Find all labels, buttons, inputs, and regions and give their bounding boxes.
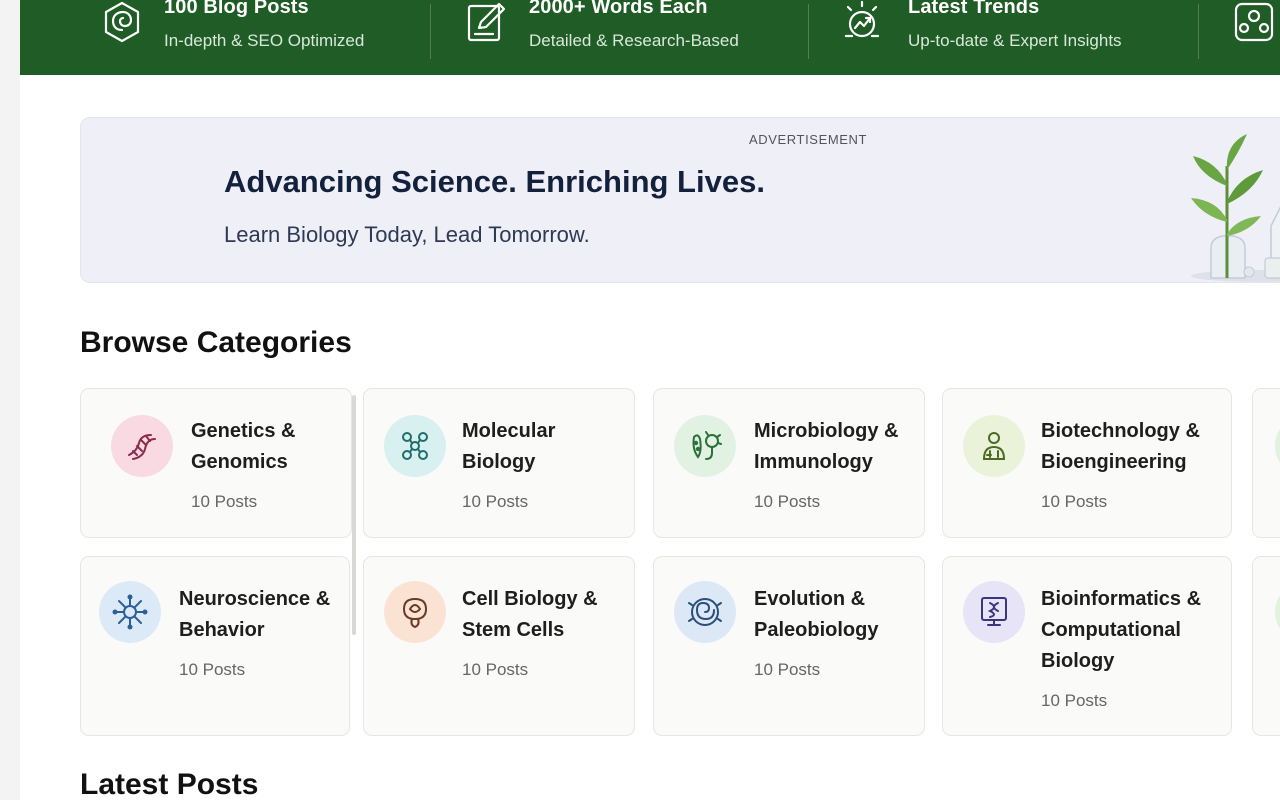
category-card-neuroscience[interactable]: Neuroscience & Behavior 10 Posts bbox=[80, 556, 350, 736]
category-name: Bioinformatics & Computational Biology bbox=[1041, 588, 1202, 672]
category-card-partial[interactable] bbox=[1252, 556, 1280, 736]
latest-posts-heading: Latest Posts bbox=[80, 768, 259, 800]
trend-arrows-icon bbox=[840, 0, 884, 44]
category-post-count: 10 Posts bbox=[754, 660, 821, 679]
plant-flask-illustration bbox=[1191, 134, 1280, 282]
category-card-microbiology[interactable]: Microbiology & Immunology 10 Posts bbox=[653, 388, 925, 538]
category-name: Evolution & Paleobiology bbox=[754, 588, 879, 641]
advertisement-banner[interactable]: ADVERTISEMENT Advancing Science. Enrichi… bbox=[80, 117, 1280, 283]
category-icon bbox=[1275, 415, 1280, 477]
molecule-icon bbox=[384, 415, 446, 477]
category-card-molecular[interactable]: Molecular Biology 10 Posts bbox=[363, 388, 635, 538]
category-card-biotechnology[interactable]: Biotechnology & Bioengineering 10 Posts bbox=[942, 388, 1232, 538]
category-name: Biotechnology & Bioengineering bbox=[1041, 420, 1200, 473]
category-name: Molecular Biology bbox=[462, 420, 556, 473]
neuron-icon bbox=[99, 581, 161, 643]
feature-title: Latest Trends bbox=[908, 0, 1040, 18]
category-post-count: 10 Posts bbox=[179, 660, 246, 679]
category-post-count: 10 Posts bbox=[191, 492, 258, 511]
category-name: Genetics & Genomics bbox=[191, 420, 296, 473]
dna-icon bbox=[111, 415, 173, 477]
feature-divider bbox=[808, 4, 809, 59]
scrollbar-thumb[interactable] bbox=[352, 395, 356, 635]
category-post-count: 10 Posts bbox=[754, 492, 821, 511]
ad-headline: Advancing Science. Enriching Lives. bbox=[224, 164, 765, 199]
feature-divider bbox=[430, 4, 431, 59]
feature-subtitle: In-depth & SEO Optimized bbox=[164, 31, 365, 50]
category-post-count: 10 Posts bbox=[462, 492, 529, 511]
scientist-icon bbox=[963, 415, 1025, 477]
category-post-count: 10 Posts bbox=[1041, 691, 1108, 710]
community-icon bbox=[1232, 0, 1276, 44]
category-card-genetics[interactable]: Genetics & Genomics 10 Posts bbox=[80, 388, 352, 538]
microbe-icon bbox=[674, 415, 736, 477]
category-card-evolution[interactable]: Evolution & Paleobiology 10 Posts bbox=[653, 556, 925, 736]
spiral-hexagon-icon bbox=[100, 0, 144, 44]
category-name: Neuroscience & Behavior bbox=[179, 588, 331, 641]
category-card-partial[interactable] bbox=[1252, 388, 1280, 538]
feature-bar: 100 Blog Posts In-depth & SEO Optimized … bbox=[20, 0, 1280, 75]
cell-icon bbox=[384, 581, 446, 643]
feature-divider bbox=[1198, 4, 1199, 59]
category-card-cell-biology[interactable]: Cell Biology & Stem Cells 10 Posts bbox=[363, 556, 635, 736]
category-card-bioinformatics[interactable]: Bioinformatics & Computational Biology 1… bbox=[942, 556, 1232, 736]
category-name: Microbiology & Immunology bbox=[754, 420, 899, 473]
category-post-count: 10 Posts bbox=[1041, 492, 1108, 511]
fossil-icon bbox=[674, 581, 736, 643]
feature-subtitle: Detailed & Research-Based bbox=[529, 31, 739, 50]
feature-title: 2000+ Words Each bbox=[529, 0, 708, 18]
feature-title: 100 Blog Posts bbox=[164, 0, 309, 18]
ad-tagline: Learn Biology Today, Lead Tomorrow. bbox=[224, 222, 590, 247]
page: 100 Blog Posts In-depth & SEO Optimized … bbox=[20, 0, 1280, 800]
category-name: Cell Biology & Stem Cells bbox=[462, 588, 598, 641]
feature-subtitle: Up-to-date & Expert Insights bbox=[908, 31, 1122, 50]
advertisement-label: ADVERTISEMENT bbox=[749, 132, 868, 147]
category-icon bbox=[1275, 581, 1280, 643]
edit-document-icon bbox=[465, 0, 509, 44]
category-post-count: 10 Posts bbox=[462, 660, 529, 679]
browse-categories-heading: Browse Categories bbox=[80, 326, 352, 359]
computer-dna-icon bbox=[963, 581, 1025, 643]
